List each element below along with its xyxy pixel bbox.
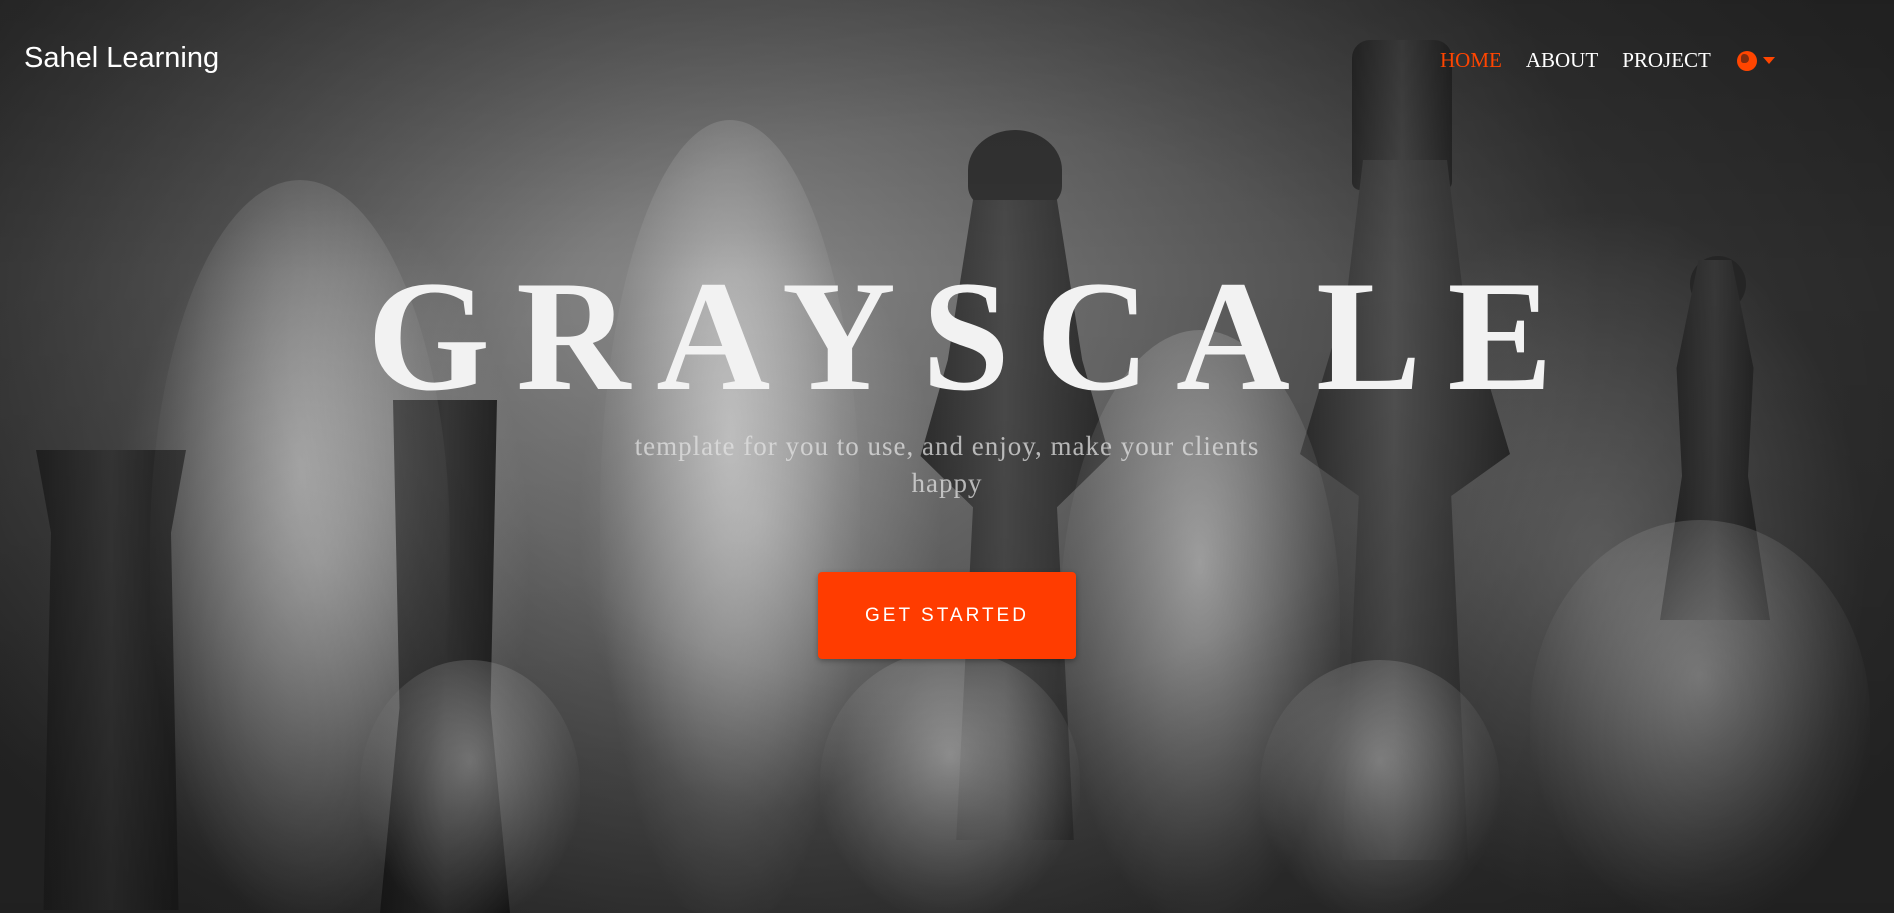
caret-down-icon (1762, 57, 1775, 64)
nav-item-home[interactable]: HOME (1440, 48, 1502, 73)
get-started-button[interactable]: GET STARTED (818, 572, 1076, 659)
hero-subtitle: template for you to use, and enjoy, make… (634, 431, 1260, 498)
hero-section: Sahel Learning HOME ABOUT PROJECT GRAYSC… (0, 0, 1894, 913)
navbar: Sahel Learning HOME ABOUT PROJECT (0, 0, 1894, 120)
nav-item-about[interactable]: ABOUT (1526, 48, 1598, 73)
globe-icon (1736, 50, 1757, 71)
nav-menu: HOME ABOUT PROJECT (1440, 48, 1775, 73)
language-dropdown[interactable] (1736, 50, 1775, 71)
brand-link[interactable]: Sahel Learning (24, 42, 219, 75)
nav-item-project[interactable]: PROJECT (1622, 48, 1711, 73)
hero-title: GRAYSCALE (367, 249, 1579, 424)
